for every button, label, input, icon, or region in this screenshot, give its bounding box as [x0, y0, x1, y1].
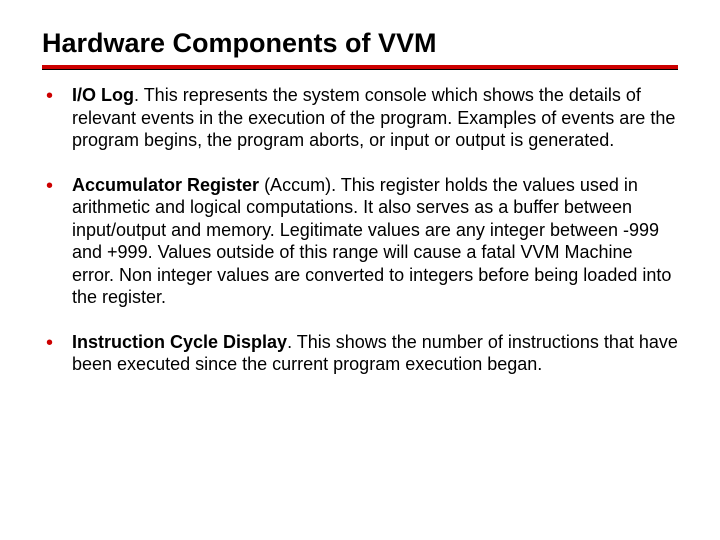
term-suffix: . — [134, 85, 144, 105]
title-rule-thin — [42, 69, 678, 70]
list-item: Accumulator Register (Accum). This regis… — [42, 174, 678, 309]
slide: Hardware Components of VVM I/O Log. This… — [0, 0, 720, 418]
term-suffix: . — [287, 332, 297, 352]
slide-title: Hardware Components of VVM — [42, 28, 678, 59]
term: Instruction Cycle Display — [72, 332, 287, 352]
term-suffix: (Accum). — [259, 175, 341, 195]
list-item: I/O Log. This represents the system cons… — [42, 84, 678, 152]
bullet-list: I/O Log. This represents the system cons… — [42, 84, 678, 376]
term: I/O Log — [72, 85, 134, 105]
term: Accumulator Register — [72, 175, 259, 195]
item-body: This represents the system console which… — [72, 85, 675, 150]
list-item: Instruction Cycle Display. This shows th… — [42, 331, 678, 376]
